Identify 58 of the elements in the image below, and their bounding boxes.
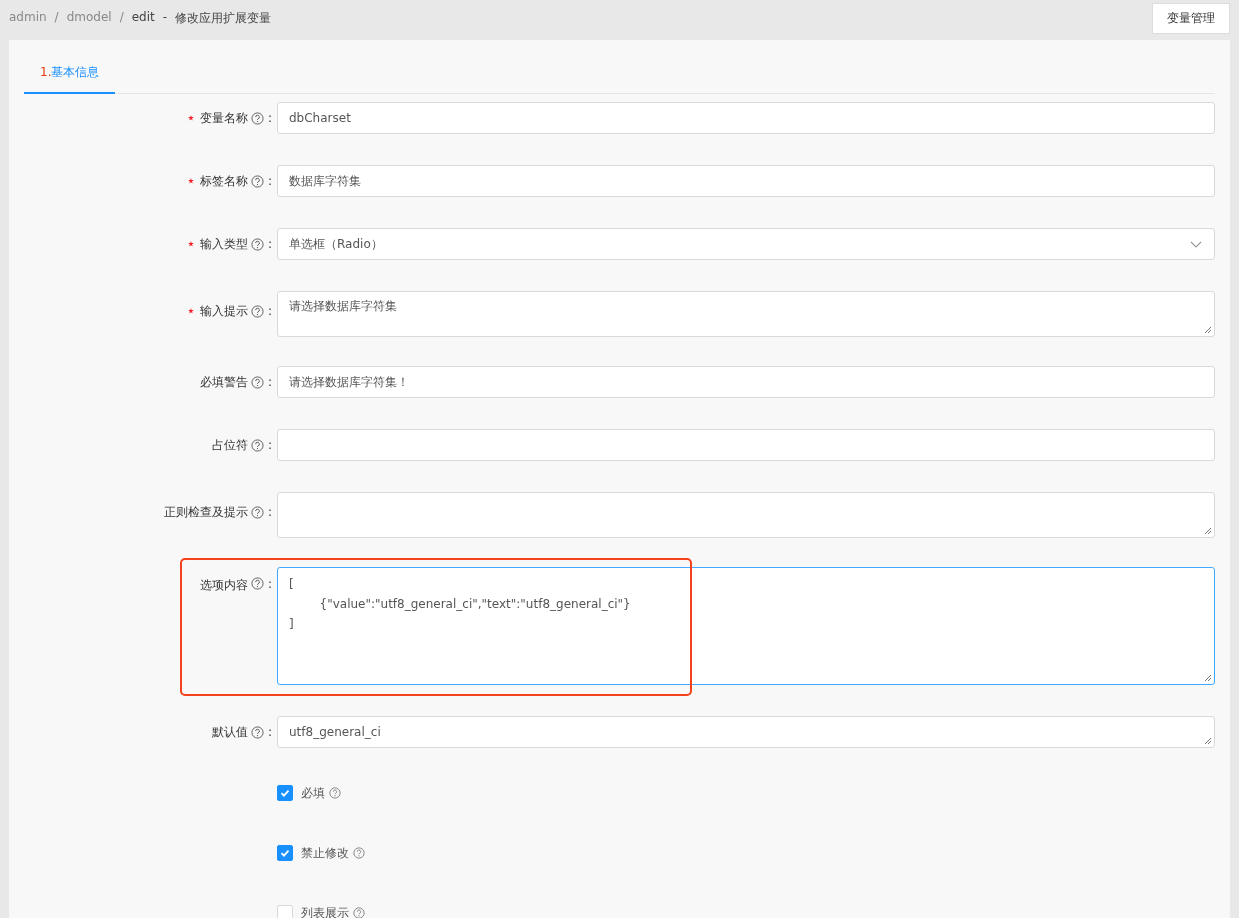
label-colon: :: [267, 438, 272, 452]
help-icon[interactable]: [250, 237, 264, 251]
breadcrumb-separator: -: [162, 9, 168, 26]
input-field[interactable]: dbCharset: [277, 102, 1215, 134]
checkbox-label[interactable]: 禁止修改: [301, 844, 349, 862]
breadcrumb-separator: /: [119, 9, 124, 26]
label-colon: :: [267, 111, 272, 125]
label-colon: :: [267, 725, 272, 739]
checkbox[interactable]: [277, 845, 293, 861]
breadcrumb-separator: /: [54, 9, 59, 26]
breadcrumb-item: edit: [131, 9, 155, 26]
field-label: 正则检查及提示: [163, 503, 248, 521]
checkbox[interactable]: [277, 785, 293, 801]
resize-handle-icon[interactable]: [1204, 674, 1212, 682]
check-icon: [279, 787, 291, 799]
field-label: 占位符: [211, 436, 248, 454]
help-icon[interactable]: [250, 304, 264, 318]
page-title: 修改应用扩展变量: [175, 9, 272, 27]
label-colon: :: [267, 505, 272, 519]
checkbox-label[interactable]: 列表展示: [301, 904, 349, 918]
checkbox-label[interactable]: 必填: [301, 784, 325, 802]
field-label: 变量名称: [199, 109, 248, 127]
help-icon[interactable]: [250, 577, 264, 590]
textarea-field[interactable]: [ {"value":"utf8_general_ci","text":"utf8_general_ci"} ]: [277, 567, 1215, 685]
resize-handle-icon[interactable]: [1204, 326, 1212, 334]
select-field[interactable]: 单选框（Radio）: [277, 228, 1215, 260]
help-icon[interactable]: [250, 111, 264, 125]
help-icon[interactable]: [250, 375, 264, 389]
help-icon[interactable]: [250, 438, 264, 452]
tab[interactable]: 1.基本信息: [24, 58, 116, 94]
field-label: 标签名称: [199, 172, 248, 190]
chevron-down-icon: [1190, 241, 1202, 249]
help-icon[interactable]: [329, 787, 341, 799]
textarea-field[interactable]: 请选择数据库字符集: [277, 291, 1215, 337]
label-colon: :: [267, 304, 272, 318]
label-colon: :: [267, 577, 272, 591]
field-label: 输入提示: [199, 302, 248, 320]
check-icon: [279, 847, 291, 859]
input-field[interactable]: [277, 429, 1215, 461]
field-label: 输入类型: [199, 235, 248, 253]
field-label: 默认值: [211, 723, 248, 741]
resize-handle-icon[interactable]: [1204, 737, 1212, 745]
help-icon[interactable]: [250, 174, 264, 188]
field-label: 必填警告: [199, 373, 248, 391]
help-icon[interactable]: [353, 907, 365, 918]
help-icon[interactable]: [250, 505, 264, 519]
textarea-field[interactable]: [277, 492, 1215, 538]
label-colon: :: [267, 237, 272, 251]
textarea-field[interactable]: utf8_general_ci: [277, 716, 1215, 748]
label-colon: :: [267, 375, 272, 389]
help-icon[interactable]: [353, 847, 365, 859]
label-colon: :: [267, 174, 272, 188]
resize-handle-icon[interactable]: [1204, 527, 1212, 535]
variable-management-button[interactable]: 变量管理: [1152, 2, 1230, 34]
field-label: 选项内容: [199, 577, 248, 594]
input-field[interactable]: 数据库字符集: [277, 165, 1215, 197]
help-icon[interactable]: [250, 725, 264, 739]
input-field[interactable]: 请选择数据库字符集！: [277, 366, 1215, 398]
